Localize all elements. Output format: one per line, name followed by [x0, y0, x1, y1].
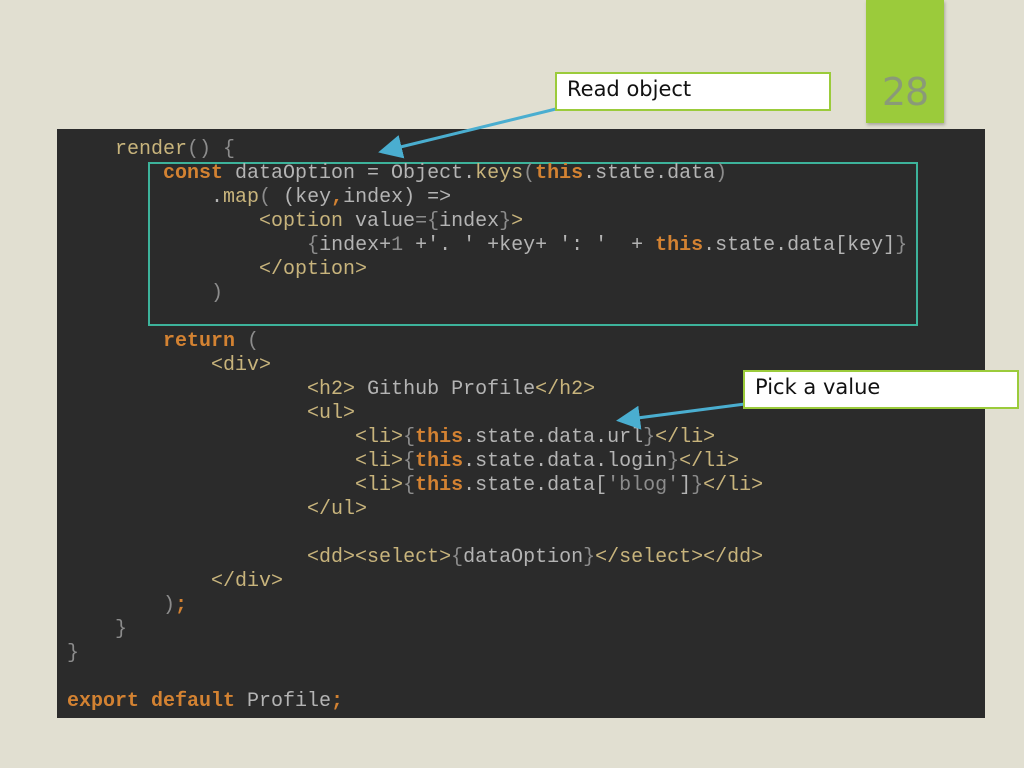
- callout-read-object: Read object: [555, 72, 831, 111]
- read-object-arrow: [378, 106, 561, 159]
- pick-value-arrow: [616, 402, 746, 430]
- callout-pick-value: Pick a value: [743, 370, 1019, 409]
